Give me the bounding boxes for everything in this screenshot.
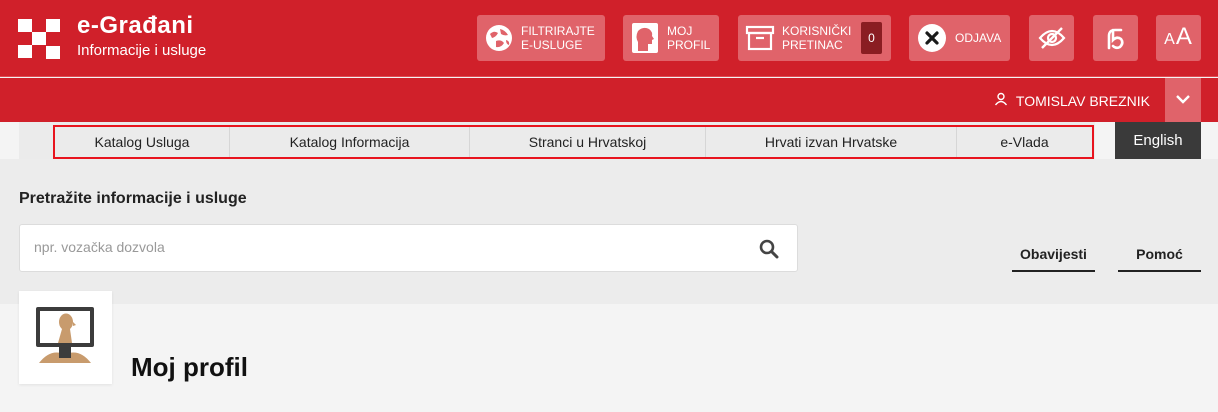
- top-header: e-Građani Informacije i usluge FILTRIRAJ…: [0, 0, 1218, 77]
- brand-subtitle: Informacije i usluge: [77, 42, 207, 59]
- profile-head-icon: [623, 22, 667, 54]
- font-size-button[interactable]: AA: [1156, 15, 1201, 61]
- page-title: Moj profil: [131, 352, 248, 382]
- inbox-button[interactable]: KORISNIČKI PRETINAC 0: [738, 15, 891, 61]
- accessibility-visibility-button[interactable]: [1029, 15, 1074, 61]
- my-profile-button[interactable]: MOJ PROFIL: [623, 15, 719, 61]
- font-size-label: AA: [1164, 22, 1193, 50]
- notifications-tab[interactable]: Obavijesti: [1012, 246, 1095, 272]
- nav-item-foreigners[interactable]: Stranci u Hrvatskoj: [470, 127, 706, 157]
- archive-box-icon: [738, 25, 782, 51]
- main-nav: Katalog Usluga Katalog Informacija Stran…: [53, 125, 1094, 159]
- search-box: [19, 224, 798, 272]
- my-profile-label: MOJ PROFIL: [667, 24, 711, 52]
- eye-slash-icon: [1038, 26, 1066, 50]
- user-menu-toggle[interactable]: [1165, 78, 1201, 122]
- inbox-label: KORISNIČKI PRETINAC: [782, 24, 852, 52]
- user-bar: TOMISLAV BREZNIK: [0, 78, 1218, 122]
- profile-computer-icon: [33, 303, 97, 372]
- user-menu[interactable]: TOMISLAV BREZNIK: [994, 92, 1150, 109]
- search-label: Pretražite informacije i usluge: [19, 190, 247, 207]
- nav-item-information-catalog[interactable]: Katalog Informacija: [230, 127, 470, 157]
- script-switch-button[interactable]: [1093, 15, 1138, 61]
- user-name: TOMISLAV BREZNIK: [1015, 92, 1150, 109]
- search-input[interactable]: [34, 239, 734, 255]
- help-tab[interactable]: Pomoć: [1118, 246, 1201, 272]
- glagolitic-letter-icon: [1105, 26, 1127, 50]
- nav-item-service-catalog[interactable]: Katalog Usluga: [55, 127, 230, 157]
- nav-item-croats-abroad[interactable]: Hrvati izvan Hrvatske: [706, 127, 957, 157]
- filter-eservices-button[interactable]: FILTRIRAJTE E-USLUGE: [477, 15, 605, 61]
- logout-button[interactable]: ODJAVA: [909, 15, 1010, 61]
- filter-eservices-label: FILTRIRAJTE E-USLUGE: [521, 24, 595, 52]
- close-circle-icon: [909, 23, 955, 53]
- nav-item-e-government[interactable]: e-Vlada: [957, 127, 1092, 157]
- chevron-down-icon: [1176, 91, 1190, 109]
- logout-label: ODJAVA: [955, 31, 1002, 45]
- user-icon: [994, 92, 1008, 109]
- globe-icon: [477, 23, 521, 53]
- checkerboard-logo-icon[interactable]: [18, 19, 60, 59]
- search-icon[interactable]: [759, 239, 779, 264]
- inbox-count-badge: 0: [861, 22, 882, 54]
- language-switch-button[interactable]: English: [1115, 122, 1201, 159]
- profile-card: [19, 291, 112, 384]
- brand-title[interactable]: e-Građani: [77, 12, 194, 40]
